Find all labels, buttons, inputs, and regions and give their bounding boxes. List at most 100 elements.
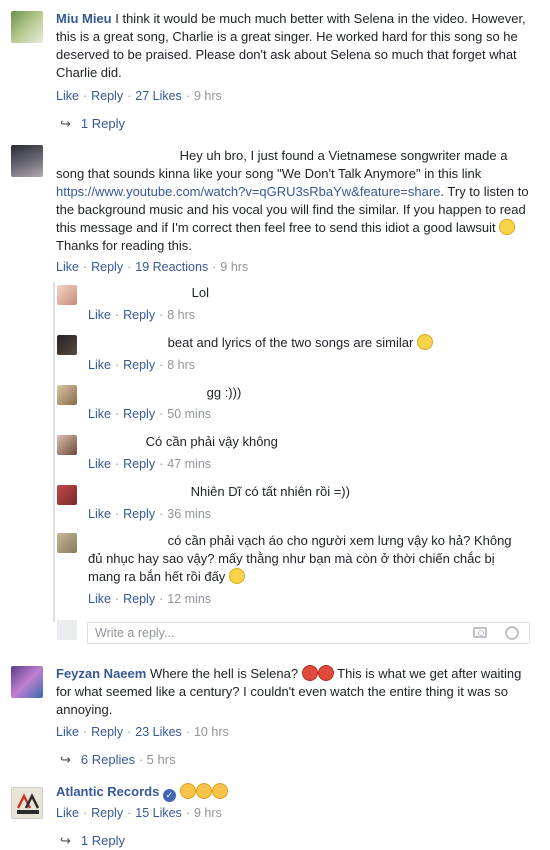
- avatar[interactable]: [57, 485, 77, 505]
- reply-link[interactable]: Reply: [123, 457, 155, 471]
- redacted-name: [88, 385, 203, 397]
- reply-body: Lol: [88, 284, 528, 302]
- view-replies[interactable]: ↪ 1 Reply: [60, 833, 125, 849]
- avatar[interactable]: [11, 787, 43, 819]
- reply-input[interactable]: Write a reply...: [87, 622, 530, 644]
- comment-actions: Like · Reply · 15 Likes · 9 hrs: [56, 806, 222, 820]
- reaction-count[interactable]: 19 Reactions: [135, 260, 208, 274]
- avatar[interactable]: [57, 385, 77, 405]
- reply-link[interactable]: Reply: [91, 89, 123, 103]
- reply-actions: Like · Reply · 8 hrs: [88, 308, 196, 322]
- current-user-avatar: [57, 620, 77, 640]
- like-link[interactable]: Like: [88, 308, 111, 322]
- timestamp[interactable]: 9 hrs: [220, 260, 248, 274]
- verified-badge-icon: ✓: [162, 789, 176, 802]
- like-link[interactable]: Like: [56, 725, 79, 739]
- redacted-name: [88, 533, 164, 545]
- timestamp[interactable]: 9 hrs: [194, 806, 222, 820]
- avatar[interactable]: [57, 285, 77, 305]
- like-link[interactable]: Like: [88, 592, 111, 606]
- timestamp[interactable]: 9 hrs: [194, 89, 222, 103]
- reply-actions: Like · Reply · 12 mins: [88, 592, 212, 606]
- replies-count[interactable]: 6 Replies: [81, 752, 135, 767]
- like-count[interactable]: 23 Likes: [135, 725, 182, 739]
- reply-link[interactable]: Reply: [91, 725, 123, 739]
- avatar[interactable]: [11, 11, 43, 43]
- reply-link[interactable]: Reply: [91, 806, 123, 820]
- reply-input-placeholder: Write a reply...: [95, 626, 175, 640]
- comment-body: Hey uh bro, I just found a Vietnamese so…: [56, 147, 536, 255]
- smile-emoji-icon: [499, 219, 516, 235]
- redacted-name: [56, 148, 176, 160]
- avatar[interactable]: [57, 533, 77, 553]
- reply-link[interactable]: Reply: [123, 407, 155, 421]
- reply-link[interactable]: Reply: [123, 308, 155, 322]
- like-link[interactable]: Like: [56, 806, 79, 820]
- view-replies[interactable]: ↪ 1 Reply: [60, 116, 125, 132]
- reply-link[interactable]: Reply: [123, 507, 155, 521]
- smile-emoji-icon: [416, 334, 433, 350]
- replies-count[interactable]: 1 Reply: [81, 833, 125, 848]
- reply-arrow-icon: ↪: [60, 116, 71, 131]
- comment-body: Miu Mieu I think it would be much much b…: [56, 10, 536, 82]
- timestamp[interactable]: 50 mins: [167, 407, 211, 421]
- avatar[interactable]: [57, 435, 77, 455]
- reply-link[interactable]: Reply: [123, 358, 155, 372]
- reply-body: gg :))): [88, 384, 528, 402]
- like-link[interactable]: Like: [88, 457, 111, 471]
- avatar[interactable]: [11, 145, 43, 177]
- reply-actions: Like · Reply · 50 mins: [88, 407, 212, 421]
- replies-timestamp[interactable]: 5 hrs: [147, 752, 176, 767]
- reply-text: gg :))): [206, 385, 242, 400]
- comment-text: Where the hell is Selena?: [149, 666, 299, 681]
- reply-text: Nhiên Dĩ có tất nhiên rồi =)): [190, 484, 350, 499]
- angry-emoji-icon: [301, 665, 318, 681]
- timestamp[interactable]: 12 mins: [167, 592, 211, 606]
- comment-text: I think it would be much much better wit…: [56, 11, 526, 80]
- reply-body: beat and lyrics of the two songs are sim…: [88, 334, 528, 352]
- redacted-name: [88, 285, 188, 297]
- reply-thread-line: [53, 282, 55, 622]
- smile-emoji-icon: [228, 568, 245, 584]
- timestamp[interactable]: 8 hrs: [167, 358, 195, 372]
- like-link[interactable]: Like: [88, 358, 111, 372]
- reply-text: Lol: [191, 285, 209, 300]
- reply-arrow-icon: ↪: [60, 833, 71, 848]
- reply-link[interactable]: Reply: [91, 260, 123, 274]
- youtube-link[interactable]: https://www.youtube.com/watch?v=qGRU3sRb…: [56, 184, 440, 199]
- timestamp[interactable]: 47 mins: [167, 457, 211, 471]
- reply-text: beat and lyrics of the two songs are sim…: [167, 335, 414, 350]
- like-link[interactable]: Like: [88, 507, 111, 521]
- commenter-name[interactable]: Miu Mieu: [56, 11, 112, 26]
- replies-count[interactable]: 1 Reply: [81, 116, 125, 131]
- avatar[interactable]: [11, 666, 43, 698]
- emoji-icon[interactable]: [505, 626, 519, 640]
- timestamp[interactable]: 8 hrs: [167, 308, 195, 322]
- like-link[interactable]: Like: [56, 260, 79, 274]
- comment-body: Feyzan Naeem Where the hell is Selena? T…: [56, 665, 536, 719]
- avatar[interactable]: [57, 335, 77, 355]
- camera-icon[interactable]: [473, 627, 487, 638]
- like-count[interactable]: 15 Likes: [135, 806, 182, 820]
- heart-eyes-emoji-icon: [179, 783, 196, 799]
- commenter-name[interactable]: Feyzan Naeem: [56, 666, 146, 681]
- heart-eyes-emoji-icon: [195, 783, 212, 799]
- commenter-name[interactable]: Atlantic Records: [56, 784, 159, 799]
- redacted-name: [88, 484, 187, 496]
- comment-actions: Like · Reply · 23 Likes · 10 hrs: [56, 725, 229, 739]
- reply-body: Nhiên Dĩ có tất nhiên rồi =)): [88, 483, 528, 501]
- reply-actions: Like · Reply · 47 mins: [88, 457, 212, 471]
- reply-actions: Like · Reply · 36 mins: [88, 507, 212, 521]
- like-count[interactable]: 27 Likes: [135, 89, 182, 103]
- comment-actions: Like · Reply · 19 Reactions · 9 hrs: [56, 260, 249, 274]
- reply-arrow-icon: ↪: [60, 752, 71, 767]
- timestamp[interactable]: 10 hrs: [194, 725, 229, 739]
- like-link[interactable]: Like: [88, 407, 111, 421]
- reply-body: có cần phải vạch áo cho người xem lưng v…: [88, 532, 528, 586]
- like-link[interactable]: Like: [56, 89, 79, 103]
- reply-text: Có cần phải vậy không: [145, 434, 278, 449]
- heart-eyes-emoji-icon: [211, 783, 228, 799]
- reply-link[interactable]: Reply: [123, 592, 155, 606]
- timestamp[interactable]: 36 mins: [167, 507, 211, 521]
- view-replies[interactable]: ↪ 6 Replies · 5 hrs: [60, 752, 176, 768]
